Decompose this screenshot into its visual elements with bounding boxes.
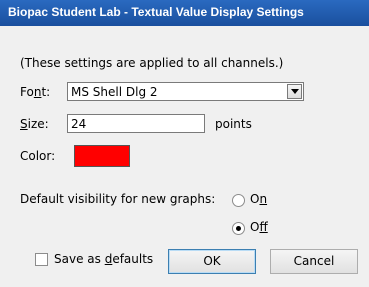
settings-note: (These settings are applied to all chann… xyxy=(20,56,284,70)
size-label: Size: xyxy=(20,117,49,131)
window-title: Biopac Student Lab - Textual Value Displ… xyxy=(8,5,304,19)
font-select-value: MS Shell Dlg 2 xyxy=(71,85,158,99)
cancel-button[interactable]: Cancel xyxy=(270,249,358,274)
color-swatch-button[interactable] xyxy=(74,145,130,167)
visibility-on-radio[interactable] xyxy=(232,194,245,207)
font-label: Font: xyxy=(20,85,51,99)
font-select[interactable]: MS Shell Dlg 2 xyxy=(67,82,304,101)
settings-dialog: Biopac Student Lab - Textual Value Displ… xyxy=(0,0,369,287)
visibility-off-label[interactable]: Off xyxy=(250,220,268,234)
visibility-label: Default visibility for new graphs: xyxy=(20,192,216,206)
color-label: Color: xyxy=(20,149,56,163)
visibility-on-label[interactable]: On xyxy=(250,192,267,206)
font-dropdown-button[interactable] xyxy=(287,84,302,99)
save-defaults-label[interactable]: Save as defaults xyxy=(54,252,153,266)
chevron-down-icon xyxy=(291,89,299,94)
title-bar[interactable]: Biopac Student Lab - Textual Value Displ… xyxy=(0,0,369,26)
save-defaults-checkbox[interactable] xyxy=(35,253,48,266)
size-unit-label: points xyxy=(215,117,252,131)
ok-button[interactable]: OK xyxy=(168,249,256,274)
size-input[interactable]: 24 xyxy=(67,114,205,133)
size-input-value: 24 xyxy=(71,117,87,131)
visibility-off-radio[interactable] xyxy=(232,222,245,235)
